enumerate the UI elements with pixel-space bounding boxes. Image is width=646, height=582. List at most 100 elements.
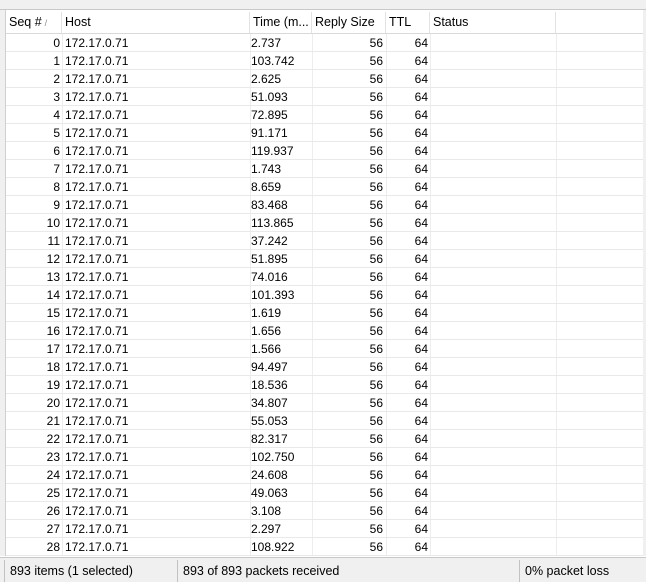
reply-size-cell: 56 xyxy=(369,414,383,428)
table-row[interactable]: 7 172.17.0.71 1.743 56 64 xyxy=(6,160,643,178)
reply-size-cell: 56 xyxy=(369,522,383,536)
status-cell xyxy=(431,304,556,322)
column-header-reply-size[interactable]: Reply Size xyxy=(312,12,386,33)
ttl-cell: 64 xyxy=(414,252,428,266)
ttl-cell: 64 xyxy=(414,180,428,194)
host-cell: 172.17.0.71 xyxy=(65,450,129,464)
column-header-filler xyxy=(556,12,643,33)
ttl-cell: 64 xyxy=(414,36,428,50)
table-row[interactable]: 1 172.17.0.71 103.742 56 64 xyxy=(6,52,643,70)
reply-size-cell: 56 xyxy=(369,144,383,158)
status-cell xyxy=(431,52,556,70)
status-cell xyxy=(431,88,556,106)
time-cell: 2.737 xyxy=(251,36,282,50)
status-cell xyxy=(431,358,556,376)
table-row[interactable]: 26 172.17.0.71 3.108 56 64 xyxy=(6,502,643,520)
status-bar: 893 items (1 selected) 893 of 893 packet… xyxy=(0,557,646,582)
table-row[interactable]: 22 172.17.0.71 82.317 56 64 xyxy=(6,430,643,448)
table-row[interactable]: 13 172.17.0.71 74.016 56 64 xyxy=(6,268,643,286)
seq-cell: 16 xyxy=(46,324,60,338)
ttl-cell: 64 xyxy=(414,270,428,284)
table-row[interactable]: 3 172.17.0.71 51.093 56 64 xyxy=(6,88,643,106)
column-header-ttl[interactable]: TTL xyxy=(386,12,430,33)
status-cell xyxy=(431,142,556,160)
reply-size-cell: 56 xyxy=(369,450,383,464)
table-row[interactable]: 25 172.17.0.71 49.063 56 64 xyxy=(6,484,643,502)
seq-cell: 28 xyxy=(46,540,60,554)
host-cell: 172.17.0.71 xyxy=(65,144,129,158)
table-row[interactable]: 4 172.17.0.71 72.895 56 64 xyxy=(6,106,643,124)
table-row[interactable]: 19 172.17.0.71 18.536 56 64 xyxy=(6,376,643,394)
table-row[interactable]: 5 172.17.0.71 91.171 56 64 xyxy=(6,124,643,142)
table-row[interactable]: 23 172.17.0.71 102.750 56 64 xyxy=(6,448,643,466)
ttl-cell: 64 xyxy=(414,306,428,320)
table-row[interactable]: 16 172.17.0.71 1.656 56 64 xyxy=(6,322,643,340)
reply-size-cell: 56 xyxy=(369,378,383,392)
status-cell xyxy=(431,70,556,88)
table-row[interactable]: 15 172.17.0.71 1.619 56 64 xyxy=(6,304,643,322)
table-row[interactable]: 20 172.17.0.71 34.807 56 64 xyxy=(6,394,643,412)
status-cell xyxy=(431,178,556,196)
status-cell xyxy=(431,448,556,466)
table-row[interactable]: 11 172.17.0.71 37.242 56 64 xyxy=(6,232,643,250)
table-row[interactable]: 9 172.17.0.71 83.468 56 64 xyxy=(6,196,643,214)
host-cell: 172.17.0.71 xyxy=(65,270,129,284)
status-cell xyxy=(431,466,556,484)
table-row[interactable]: 14 172.17.0.71 101.393 56 64 xyxy=(6,286,643,304)
reply-size-cell: 56 xyxy=(369,126,383,140)
host-cell: 172.17.0.71 xyxy=(65,288,129,302)
seq-cell: 22 xyxy=(46,432,60,446)
time-cell: 113.865 xyxy=(251,216,294,230)
table-row[interactable]: 10 172.17.0.71 113.865 56 64 xyxy=(6,214,643,232)
ttl-cell: 64 xyxy=(414,432,428,446)
ttl-cell: 64 xyxy=(414,126,428,140)
seq-cell: 12 xyxy=(46,252,60,266)
ping-results-list[interactable]: 0 172.17.0.71 2.737 56 64 1 172.17.0.71 103.742… xyxy=(6,34,643,556)
status-cell xyxy=(431,250,556,268)
host-cell: 172.17.0.71 xyxy=(65,306,129,320)
table-row[interactable]: 0 172.17.0.71 2.737 56 64 xyxy=(6,34,643,52)
table-row[interactable]: 17 172.17.0.71 1.566 56 64 xyxy=(6,340,643,358)
reply-size-cell: 56 xyxy=(369,252,383,266)
table-row[interactable]: 2 172.17.0.71 2.625 56 64 xyxy=(6,70,643,88)
reply-size-cell: 56 xyxy=(369,468,383,482)
table-row[interactable]: 21 172.17.0.71 55.053 56 64 xyxy=(6,412,643,430)
ttl-cell: 64 xyxy=(414,414,428,428)
host-cell: 172.17.0.71 xyxy=(65,540,129,554)
reply-size-cell: 56 xyxy=(369,486,383,500)
seq-cell: 20 xyxy=(46,396,60,410)
reply-size-cell: 56 xyxy=(369,36,383,50)
seq-cell: 13 xyxy=(46,270,60,284)
reply-size-cell: 56 xyxy=(369,342,383,356)
table-row[interactable]: 6 172.17.0.71 119.937 56 64 xyxy=(6,142,643,160)
seq-cell: 21 xyxy=(46,414,60,428)
host-cell: 172.17.0.71 xyxy=(65,108,129,122)
status-cell xyxy=(431,430,556,448)
time-cell: 1.566 xyxy=(251,342,282,356)
ttl-cell: 64 xyxy=(414,108,428,122)
table-row[interactable]: 8 172.17.0.71 8.659 56 64 xyxy=(6,178,643,196)
column-header-status[interactable]: Status xyxy=(430,12,556,33)
ttl-cell: 64 xyxy=(414,90,428,104)
sort-ascending-icon: / xyxy=(44,18,48,28)
column-header-seq[interactable]: Seq # / xyxy=(6,12,62,33)
table-row[interactable]: 28 172.17.0.71 108.922 56 64 xyxy=(6,538,643,556)
table-row[interactable]: 18 172.17.0.71 94.497 56 64 xyxy=(6,358,643,376)
time-cell: 108.922 xyxy=(251,540,295,554)
status-cell xyxy=(431,322,556,340)
table-row[interactable]: 12 172.17.0.71 51.895 56 64 xyxy=(6,250,643,268)
reply-size-cell: 56 xyxy=(369,180,383,194)
column-header-time[interactable]: Time (m... xyxy=(250,12,312,33)
column-header-status-label: Status xyxy=(433,15,469,29)
seq-cell: 14 xyxy=(46,288,60,302)
table-row[interactable]: 24 172.17.0.71 24.608 56 64 xyxy=(6,466,643,484)
reply-size-cell: 56 xyxy=(369,360,383,374)
table-row[interactable]: 27 172.17.0.71 2.297 56 64 xyxy=(6,520,643,538)
status-cell xyxy=(431,232,556,250)
time-cell: 1.619 xyxy=(251,306,282,320)
top-toolbar-edge xyxy=(0,0,646,10)
status-cell xyxy=(431,196,556,214)
column-header-host[interactable]: Host xyxy=(62,12,250,33)
ttl-cell: 64 xyxy=(414,144,428,158)
status-cell xyxy=(431,268,556,286)
